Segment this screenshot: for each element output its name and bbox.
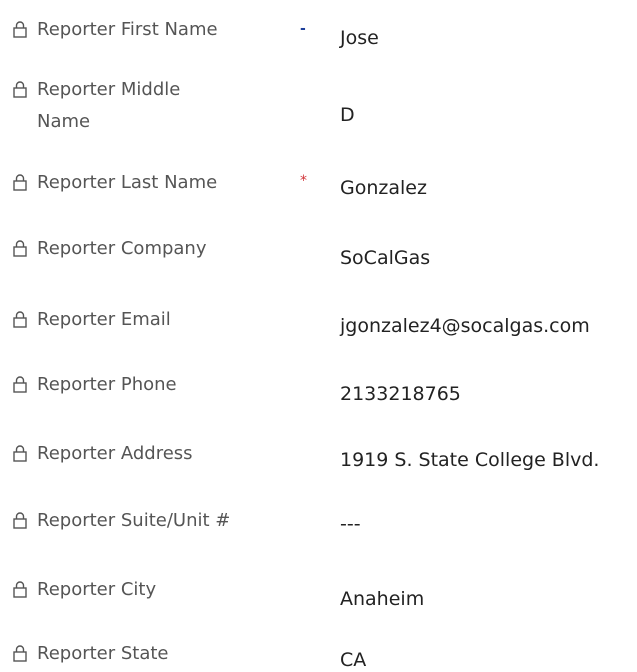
field-value[interactable]: SoCalGas — [340, 246, 430, 270]
field-label: Reporter Suite/Unit # — [37, 510, 231, 531]
lock-icon — [13, 376, 27, 393]
lock-icon — [13, 445, 27, 462]
field-value[interactable]: Anaheim — [340, 587, 424, 611]
field-value[interactable]: D — [340, 103, 355, 127]
lock-icon — [13, 512, 27, 529]
lock-icon — [13, 645, 27, 662]
lock-icon — [13, 311, 27, 328]
lock-icon — [13, 81, 27, 98]
field-value[interactable]: 2133218765 — [340, 382, 461, 406]
field-label: Reporter Phone — [37, 374, 177, 395]
field-label: Reporter Last Name — [37, 172, 218, 193]
field-label: Reporter First Name — [37, 19, 218, 40]
field-value[interactable]: --- — [340, 512, 361, 536]
field-label: Reporter State — [37, 643, 169, 664]
field-value[interactable]: CA — [340, 648, 366, 672]
required-indicator: * — [300, 173, 307, 189]
field-value[interactable]: Jose — [340, 26, 379, 50]
required-optional-indicator: - — [300, 21, 306, 37]
reporter-details-form: Reporter First Name - Jose Reporter Midd… — [0, 0, 637, 672]
field-label: Reporter City — [37, 579, 157, 600]
lock-icon — [13, 581, 27, 598]
field-value[interactable]: 1919 S. State College Blvd. — [340, 448, 599, 472]
lock-icon — [13, 21, 27, 38]
lock-icon — [13, 240, 27, 257]
field-value[interactable]: jgonzalez4@socalgas.com — [340, 314, 590, 338]
field-value[interactable]: Gonzalez — [340, 176, 427, 200]
field-label: Reporter Email — [37, 309, 171, 330]
field-label: Reporter Address — [37, 443, 193, 464]
field-label: Reporter Company — [37, 238, 207, 259]
lock-icon — [13, 174, 27, 191]
field-label: Reporter Middle Name — [37, 79, 181, 132]
